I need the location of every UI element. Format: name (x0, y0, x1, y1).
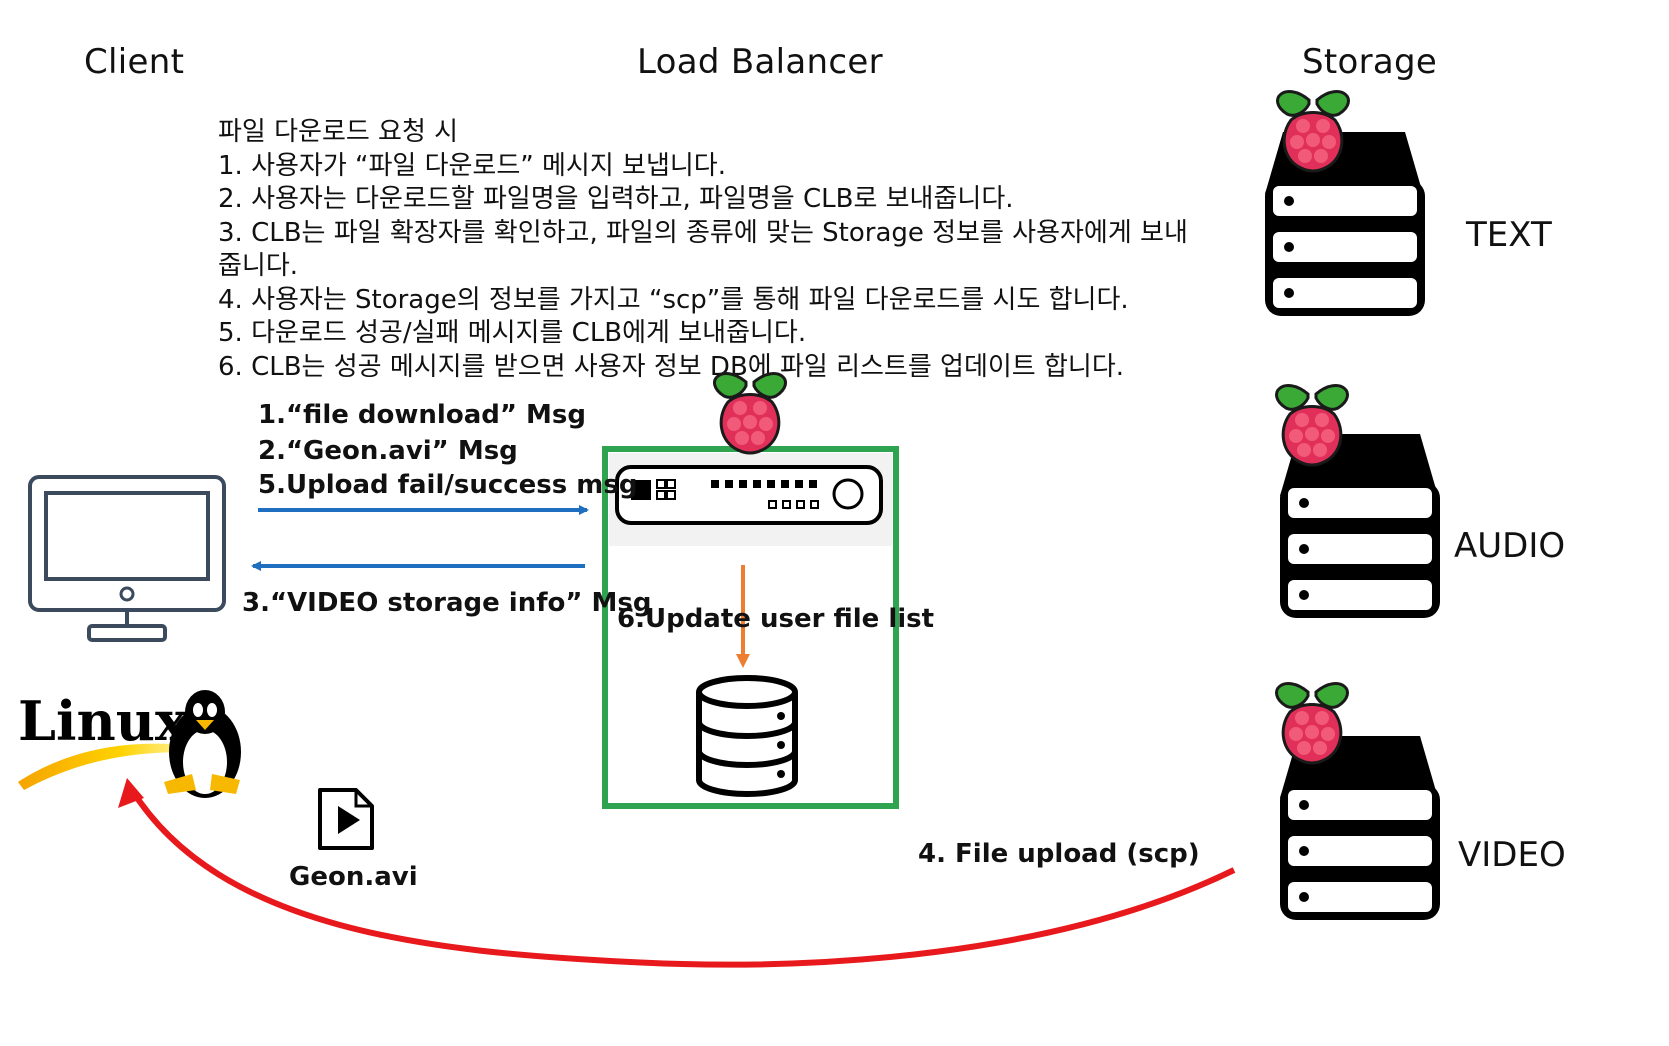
storage-node-video (1275, 682, 1440, 920)
file-name-label: Geon.avi (289, 862, 418, 892)
server-stack-icon (1280, 736, 1440, 920)
storage-label-audio: AUDIO (1454, 526, 1566, 566)
linux-logo-text: Linux (18, 689, 188, 753)
message-file-download: 1.“file download” Msg (258, 400, 586, 430)
message-storage-info: 3.“VIDEO storage info” Msg (242, 588, 652, 618)
storage-label-video: VIDEO (1458, 835, 1566, 875)
raspberry-pi-icon (1276, 90, 1350, 173)
database-icon (696, 675, 798, 797)
video-file-icon (318, 788, 374, 850)
raspberry-pi-icon (713, 372, 787, 455)
raspberry-pi-icon (1275, 682, 1349, 765)
monitor-icon (28, 475, 226, 642)
diagram-graphics: Linux (18, 90, 1440, 968)
message-update-list: 6.Update user file list (617, 604, 935, 634)
message-file-name: 2.“Geon.avi” Msg (258, 436, 518, 466)
storage-node-audio (1275, 384, 1440, 618)
raspberry-pi-icon (1275, 384, 1349, 467)
network-device-icon (615, 465, 883, 525)
storage-node-text (1265, 90, 1425, 316)
storage-label-text: TEXT (1466, 215, 1552, 255)
message-file-upload: 4. File upload (scp) (918, 839, 1200, 869)
message-upload-result: 5.Upload fail/success msg (258, 470, 638, 500)
